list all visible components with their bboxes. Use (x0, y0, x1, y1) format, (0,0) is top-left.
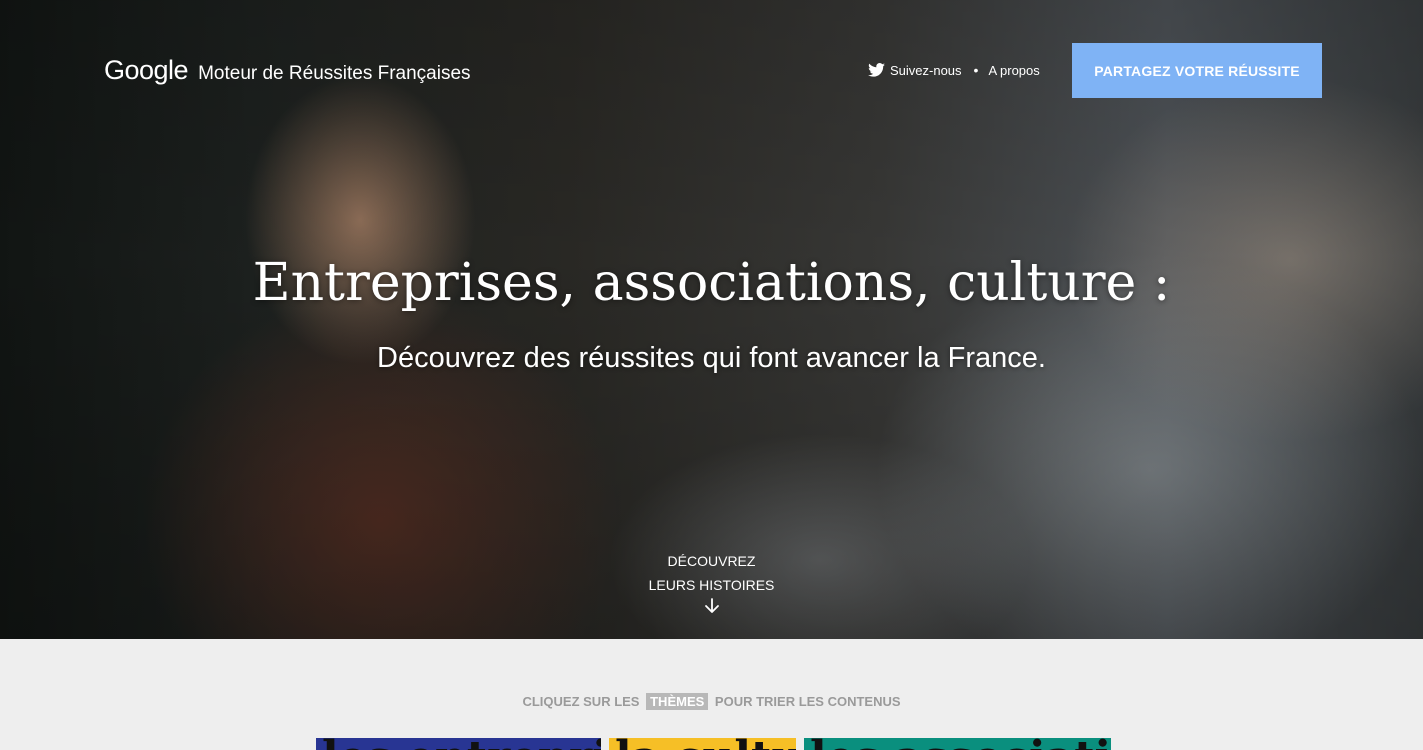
discover-line-2: LEURS HISTOIRES (648, 577, 775, 593)
discover-line-1: DÉCOUVREZ (667, 553, 756, 569)
filter-hint-prefix: CLIQUEZ SUR LES (522, 694, 640, 709)
google-logo: Google (104, 55, 189, 85)
hero-subtitle: Découvrez des réussites qui font avancer… (377, 342, 1046, 374)
site-name: Moteur de Réussites Françaises (198, 63, 471, 84)
discover-stories-link[interactable]: DÉCOUVREZ LEURS HISTOIRES (0, 549, 1423, 615)
nav-separator: • (973, 62, 979, 78)
theme-card-culture[interactable]: la culture (609, 738, 796, 750)
theme-card-label: les entreprises (316, 738, 601, 750)
top-navigation: Suivez-nous • A propos (868, 62, 1040, 78)
theme-card-label: les associations (804, 738, 1111, 750)
filter-hint-suffix: POUR TRIER LES CONTENUS (714, 694, 901, 709)
site-brand[interactable]: Google Moteur de Réussites Françaises (104, 55, 471, 86)
theme-filter-hint: CLIQUEZ SUR LES THÈMES POUR TRIER LES CO… (0, 693, 1423, 710)
twitter-icon[interactable] (868, 63, 885, 77)
share-success-button[interactable]: PARTAGEZ VOTRE RÉUSSITE (1072, 43, 1322, 98)
follow-us-link[interactable]: Suivez-nous (890, 63, 962, 78)
theme-card-associations[interactable]: les associations (804, 738, 1111, 750)
hero-section: Google Moteur de Réussites Françaises Su… (0, 0, 1423, 639)
hero-title: Entreprises, associations, culture : (252, 253, 1171, 313)
theme-card-entreprises[interactable]: les entreprises (316, 738, 601, 750)
about-link[interactable]: A propos (988, 63, 1039, 78)
themes-tag: THÈMES (646, 693, 709, 710)
theme-card-label: la culture (609, 738, 796, 750)
arrow-down-icon[interactable] (703, 597, 721, 615)
